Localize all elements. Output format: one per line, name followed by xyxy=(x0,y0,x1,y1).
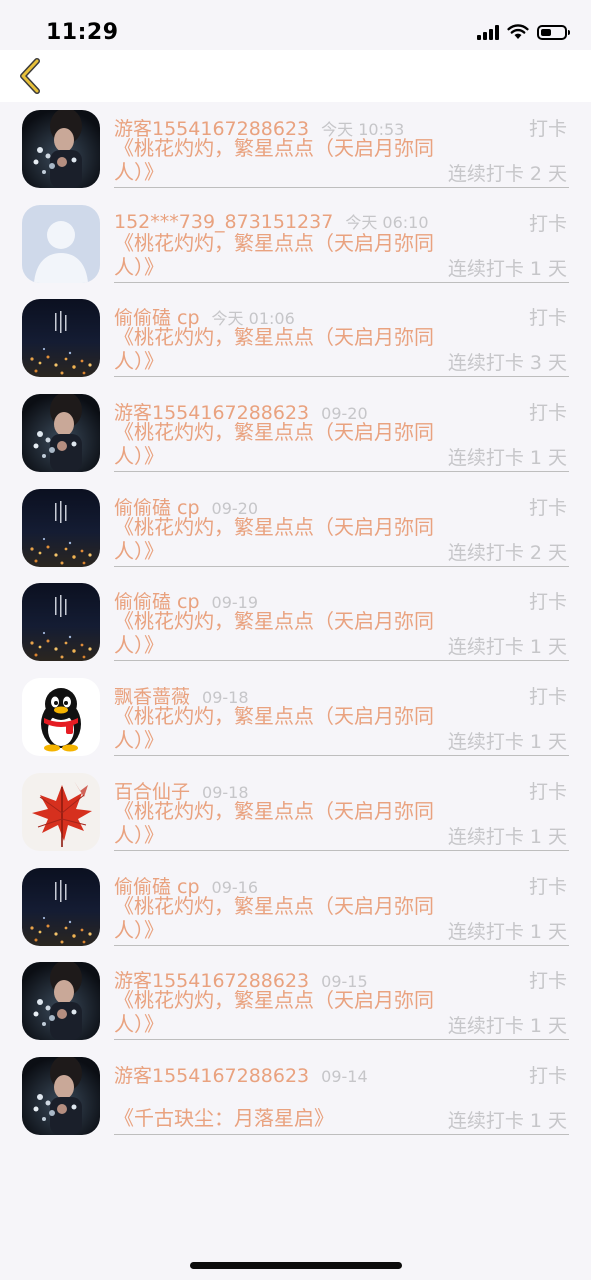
checkin-streak: 连续打卡 2 天 xyxy=(447,163,567,185)
checkin-streak: 连续打卡 1 天 xyxy=(447,1109,567,1132)
user-name[interactable]: 游客1554167288623 xyxy=(114,1065,309,1087)
woman-flowers-avatar xyxy=(22,962,100,1041)
name-line: 152***739_873151237 今天 06:10 xyxy=(114,209,429,233)
checkin-row[interactable]: 游客1554167288623 09-20 打卡 《桃花灼灼，繁星点点（天启月弥同人）… xyxy=(0,386,591,481)
checkin-tag: 打卡 xyxy=(528,780,567,803)
default-user-avatar xyxy=(22,204,100,283)
book-title[interactable]: 《千古玦尘：月落星启》 xyxy=(114,1106,449,1130)
avatar[interactable] xyxy=(22,867,100,946)
home-indicator xyxy=(190,1262,402,1269)
book-title[interactable]: 《桃花灼灼，繁星点点（天启月弥同人）》 xyxy=(114,231,449,279)
maple-leaf-avatar xyxy=(22,772,100,851)
row-divider xyxy=(114,660,569,662)
night-city-avatar xyxy=(22,867,100,946)
checkin-row[interactable]: 游客1554167288623 09-14 打卡《千古玦尘：月落星启》 连续打卡 1 … xyxy=(0,1049,591,1144)
avatar[interactable] xyxy=(22,394,100,473)
name-line: 游客1554167288623 09-14 xyxy=(114,1061,368,1088)
row-divider xyxy=(114,187,569,188)
user-name[interactable]: 152***739_873151237 xyxy=(114,211,333,233)
checkin-tag: 打卡 xyxy=(528,591,567,614)
status-icons xyxy=(477,24,570,40)
checkin-row[interactable]: 152***739_873151237 今天 06:10 打卡《桃花灼灼，繁星点点（… xyxy=(0,197,591,292)
wifi-icon xyxy=(507,24,529,39)
checkin-tag: 打卡 xyxy=(528,402,567,425)
checkin-tag: 打卡 xyxy=(528,875,567,898)
checkin-row[interactable]: 偷偷磕 cp 今天 01:06 打卡 《桃花灼灼，繁星点点（天启月弥同人）》 连续打卡 … xyxy=(0,291,591,386)
row-divider xyxy=(114,281,569,283)
avatar[interactable] xyxy=(22,772,100,851)
row-divider xyxy=(114,755,569,757)
night-city-avatar xyxy=(22,488,100,567)
book-title[interactable]: 《桃花灼灼，繁星点点（天启月弥同人）》 xyxy=(114,136,449,184)
status-bar: 11:29 xyxy=(0,0,591,50)
book-title[interactable]: 《桃花灼灼，繁星点点（天启月弥同人）》 xyxy=(114,704,449,752)
checkin-tag: 打卡 xyxy=(528,1064,567,1087)
woman-flowers-avatar xyxy=(22,394,100,473)
night-city-avatar xyxy=(22,299,100,378)
checkin-streak: 连续打卡 1 天 xyxy=(447,447,567,470)
checkin-streak: 连续打卡 1 天 xyxy=(447,636,567,659)
checkin-tag: 打卡 xyxy=(528,212,567,235)
book-title[interactable]: 《桃花灼灼，繁星点点（天启月弥同人）》 xyxy=(114,799,449,847)
checkin-row[interactable]: 偷偷磕 cp 09-16 打卡 《桃花灼灼，繁星点点（天启月弥同人）》 连续打卡 1 天 xyxy=(0,860,591,955)
row-divider xyxy=(114,565,569,567)
checkin-row[interactable]: 偷偷磕 cp 09-19 打卡 《桃花灼灼，繁星点点（天启月弥同人）》 连续打卡 1 天 xyxy=(0,575,591,670)
checkin-streak: 连续打卡 1 天 xyxy=(447,257,567,280)
night-city-avatar xyxy=(22,583,100,662)
checkin-tag: 打卡 xyxy=(528,496,567,519)
row-divider xyxy=(114,1039,569,1041)
avatar[interactable] xyxy=(22,110,100,188)
checkin-tag: 打卡 xyxy=(528,970,567,993)
status-time: 11:29 xyxy=(46,20,119,45)
book-title[interactable]: 《桃花灼灼，繁星点点（天启月弥同人）》 xyxy=(114,420,449,468)
checkin-row[interactable]: 游客1554167288623 今天 10:53 打卡 《桃花灼灼，繁星点点（天启月弥… xyxy=(0,102,591,197)
back-button[interactable] xyxy=(8,54,52,98)
checkin-streak: 连续打卡 2 天 xyxy=(447,541,567,564)
checkin-streak: 连续打卡 1 天 xyxy=(447,731,567,754)
nav-bar xyxy=(0,50,591,102)
book-title[interactable]: 《桃花灼灼，繁星点点（天启月弥同人）》 xyxy=(114,325,449,373)
avatar[interactable] xyxy=(22,299,100,378)
checkin-list: 游客1554167288623 今天 10:53 打卡 《桃花灼灼，繁星点点（天启月弥… xyxy=(0,102,591,1144)
checkin-row[interactable]: 游客1554167288623 09-15 打卡 《桃花灼灼，繁星点点（天启月弥同人）… xyxy=(0,954,591,1049)
penguin-avatar xyxy=(22,678,100,757)
row-divider xyxy=(114,849,569,851)
checkin-streak: 连续打卡 1 天 xyxy=(447,1015,567,1038)
woman-flowers-avatar xyxy=(22,110,100,188)
book-title[interactable]: 《桃花灼灼，繁星点点（天启月弥同人）》 xyxy=(114,515,449,563)
checkin-tag: 打卡 xyxy=(528,118,567,140)
checkin-row[interactable]: 偷偷磕 cp 09-20 打卡 《桃花灼灼，繁星点点（天启月弥同人）》 连续打卡 2 天 xyxy=(0,481,591,576)
row-divider xyxy=(114,1133,569,1135)
checkin-streak: 连续打卡 1 天 xyxy=(447,920,567,943)
row-divider xyxy=(114,944,569,946)
book-title[interactable]: 《桃花灼灼，繁星点点（天启月弥同人）》 xyxy=(114,894,449,942)
checkin-streak: 连续打卡 1 天 xyxy=(447,825,567,848)
battery-icon xyxy=(537,24,570,40)
avatar[interactable] xyxy=(22,962,100,1041)
avatar[interactable] xyxy=(22,678,100,757)
checkin-time: 09-14 xyxy=(321,1066,368,1086)
checkin-tag: 打卡 xyxy=(528,307,567,330)
row-divider xyxy=(114,471,569,473)
chevron-left-icon xyxy=(20,58,40,94)
avatar[interactable] xyxy=(22,583,100,662)
row-divider xyxy=(114,376,569,378)
checkin-time: 今天 06:10 xyxy=(345,212,429,232)
checkin-row[interactable]: 百合仙子 09-18 打卡 《桃花灼灼，繁星点点（天启月弥同人）》 连续打卡 1 天 xyxy=(0,765,591,860)
book-title[interactable]: 《桃花灼灼，繁星点点（天启月弥同人）》 xyxy=(114,609,449,657)
cellular-signal-icon xyxy=(477,24,499,40)
avatar[interactable] xyxy=(22,488,100,567)
checkin-row[interactable]: 飘香蔷薇 09-18 打卡 《桃花灼灼，繁星点点（天启月弥同人）》 连续打卡 1 天 xyxy=(0,670,591,765)
avatar[interactable] xyxy=(22,1056,100,1135)
avatar[interactable] xyxy=(22,204,100,283)
checkin-tag: 打卡 xyxy=(528,686,567,709)
checkin-streak: 连续打卡 3 天 xyxy=(447,352,567,375)
woman-flowers-avatar xyxy=(22,1056,100,1135)
book-title[interactable]: 《桃花灼灼，繁星点点（天启月弥同人）》 xyxy=(114,988,449,1036)
